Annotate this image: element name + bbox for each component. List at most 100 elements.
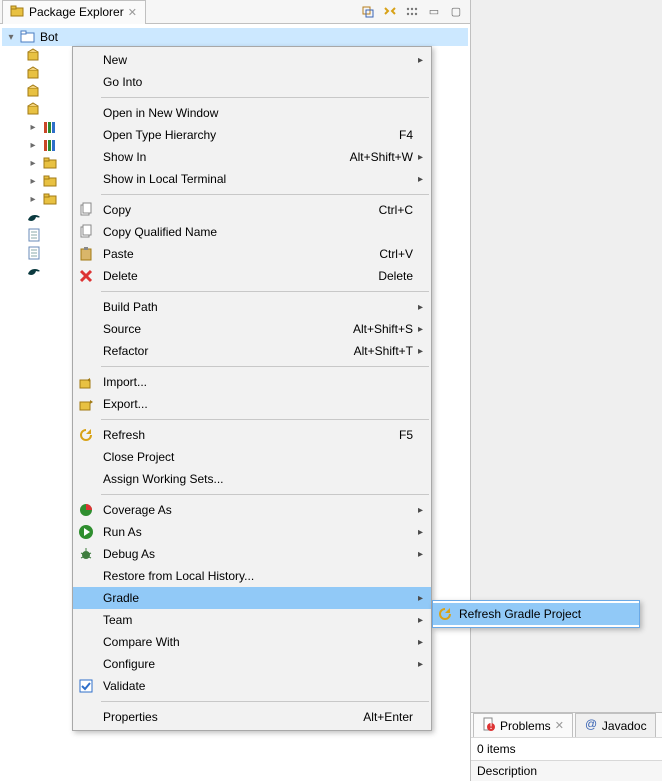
refresh-icon	[73, 427, 99, 443]
maximize-icon[interactable]: ▢	[448, 4, 464, 20]
twisty-icon[interactable]	[26, 140, 40, 151]
problems-count: 0 items	[471, 737, 662, 760]
view-tab-label: Package Explorer	[29, 5, 124, 19]
submenu-arrow-icon: ▸	[413, 302, 423, 313]
minimize-icon[interactable]: ▭	[426, 4, 442, 20]
menu-item-accelerator: Alt+Shift+S	[341, 322, 413, 336]
problems-table-header: Description	[471, 760, 662, 781]
menu-item-compare-with[interactable]: Compare With ▸	[73, 631, 431, 653]
menu-item-label: Validate	[99, 679, 401, 693]
context-menu: New ▸ Go Into Open in New WindowOpen Type H…	[72, 46, 432, 731]
menu-item-label: Show in Local Terminal	[99, 172, 401, 186]
file-icon	[26, 227, 42, 243]
close-icon[interactable]: ✕	[555, 719, 564, 732]
menu-separator	[101, 419, 429, 420]
menu-item-label: Close Project	[99, 450, 401, 464]
tab-problems[interactable]: ! Problems ✕	[473, 713, 573, 737]
menu-item-restore-history[interactable]: Restore from Local History...	[73, 565, 431, 587]
submenu-arrow-icon: ▸	[413, 152, 423, 163]
tab-javadoc[interactable]: @ Javadoc	[575, 713, 656, 737]
submenu-arrow-icon: ▸	[413, 55, 423, 66]
menu-item-build-path[interactable]: Build Path ▸	[73, 296, 431, 318]
submenu-item-refresh-gradle-project[interactable]: Refresh Gradle Project	[433, 603, 639, 625]
menu-item-properties[interactable]: PropertiesAlt+Enter	[73, 706, 431, 728]
menu-item-accelerator: F4	[387, 128, 413, 142]
export-icon	[73, 396, 99, 412]
menu-item-label: New	[99, 53, 401, 67]
menu-item-debug-as[interactable]: Debug As▸	[73, 543, 431, 565]
tree-item-label: Bot	[40, 30, 58, 44]
menu-item-gradle[interactable]: Gradle▸	[73, 587, 431, 609]
menu-item-label: Source	[99, 322, 341, 336]
collapse-all-icon[interactable]	[360, 4, 376, 20]
menu-item-label: Paste	[99, 247, 367, 261]
menu-item-open-new-window[interactable]: Open in New Window	[73, 102, 431, 124]
paste-icon	[73, 246, 99, 262]
view-menu-icon[interactable]	[404, 4, 420, 20]
menu-item-run-as[interactable]: Run As ▸	[73, 521, 431, 543]
twisty-icon[interactable]	[4, 32, 18, 43]
view-tab-bar: Package Explorer ✕ ▭ ▢	[0, 0, 470, 24]
library-icon	[42, 137, 58, 153]
menu-item-show-local-terminal[interactable]: Show in Local Terminal ▸	[73, 168, 431, 190]
twisty-icon[interactable]	[26, 176, 40, 187]
menu-item-close-project[interactable]: Close Project	[73, 446, 431, 468]
menu-separator	[101, 494, 429, 495]
menu-item-label: Assign Working Sets...	[99, 472, 401, 486]
menu-item-refresh[interactable]: RefreshF5	[73, 424, 431, 446]
menu-item-refactor[interactable]: RefactorAlt+Shift+T▸	[73, 340, 431, 362]
menu-item-assign-ws[interactable]: Assign Working Sets...	[73, 468, 431, 490]
problems-icon: !	[480, 716, 496, 735]
menu-item-accelerator: Alt+Enter	[351, 710, 413, 724]
twisty-icon[interactable]	[26, 122, 40, 133]
menu-separator	[101, 291, 429, 292]
submenu-arrow-icon: ▸	[413, 637, 423, 648]
menu-item-source[interactable]: SourceAlt+Shift+S▸	[73, 318, 431, 340]
menu-item-copy-qname[interactable]: Copy Qualified Name	[73, 221, 431, 243]
submenu-arrow-icon: ▸	[413, 174, 423, 185]
menu-item-label: Gradle	[99, 591, 401, 605]
menu-item-delete[interactable]: DeleteDelete	[73, 265, 431, 287]
twisty-icon[interactable]	[26, 158, 40, 169]
menu-item-label: Export...	[99, 397, 401, 411]
folder-icon	[42, 173, 58, 189]
package-icon	[26, 47, 42, 63]
menu-item-paste[interactable]: PasteCtrl+V	[73, 243, 431, 265]
submenu-arrow-icon: ▸	[413, 527, 423, 538]
menu-item-label: Import...	[99, 375, 401, 389]
menu-item-validate[interactable]: Validate	[73, 675, 431, 697]
menu-item-label: Show In	[99, 150, 338, 164]
menu-item-label: Run As	[99, 525, 401, 539]
menu-item-go-into[interactable]: Go Into	[73, 71, 431, 93]
submenu-arrow-icon: ▸	[413, 346, 423, 357]
bottom-views: ! Problems ✕ @ Javadoc 0 items Descripti…	[471, 712, 662, 781]
twisty-icon[interactable]	[26, 194, 40, 205]
delete-icon	[73, 268, 99, 284]
menu-item-coverage-as[interactable]: Coverage As▸	[73, 499, 431, 521]
menu-item-new[interactable]: New ▸	[73, 49, 431, 71]
run-icon	[73, 524, 99, 540]
menu-item-export[interactable]: Export...	[73, 393, 431, 415]
file-icon	[26, 245, 42, 261]
menu-item-configure[interactable]: Configure▸	[73, 653, 431, 675]
submenu-arrow-icon: ▸	[413, 324, 423, 335]
menu-item-show-in[interactable]: Show InAlt+Shift+W▸	[73, 146, 431, 168]
menu-item-open-type-hierarchy[interactable]: Open Type HierarchyF4	[73, 124, 431, 146]
gradle-submenu: Refresh Gradle Project	[432, 600, 640, 628]
link-editor-icon[interactable]	[382, 4, 398, 20]
javadoc-icon: @	[582, 716, 598, 735]
menu-item-label: Compare With	[99, 635, 401, 649]
menu-item-team[interactable]: Team▸	[73, 609, 431, 631]
menu-item-accelerator: Alt+Shift+T	[342, 344, 413, 358]
close-icon[interactable]: ✕	[128, 6, 137, 19]
menu-item-copy[interactable]: CopyCtrl+C	[73, 199, 431, 221]
menu-item-label: Build Path	[99, 300, 401, 314]
gradle-icon	[26, 263, 42, 279]
menu-item-label: Coverage As	[99, 503, 401, 517]
debug-icon	[73, 546, 99, 562]
menu-item-import[interactable]: Import...	[73, 371, 431, 393]
submenu-arrow-icon: ▸	[413, 549, 423, 560]
import-icon	[73, 374, 99, 390]
tree-item-project[interactable]: Bot	[2, 28, 468, 46]
view-tab-package-explorer[interactable]: Package Explorer ✕	[2, 0, 146, 24]
